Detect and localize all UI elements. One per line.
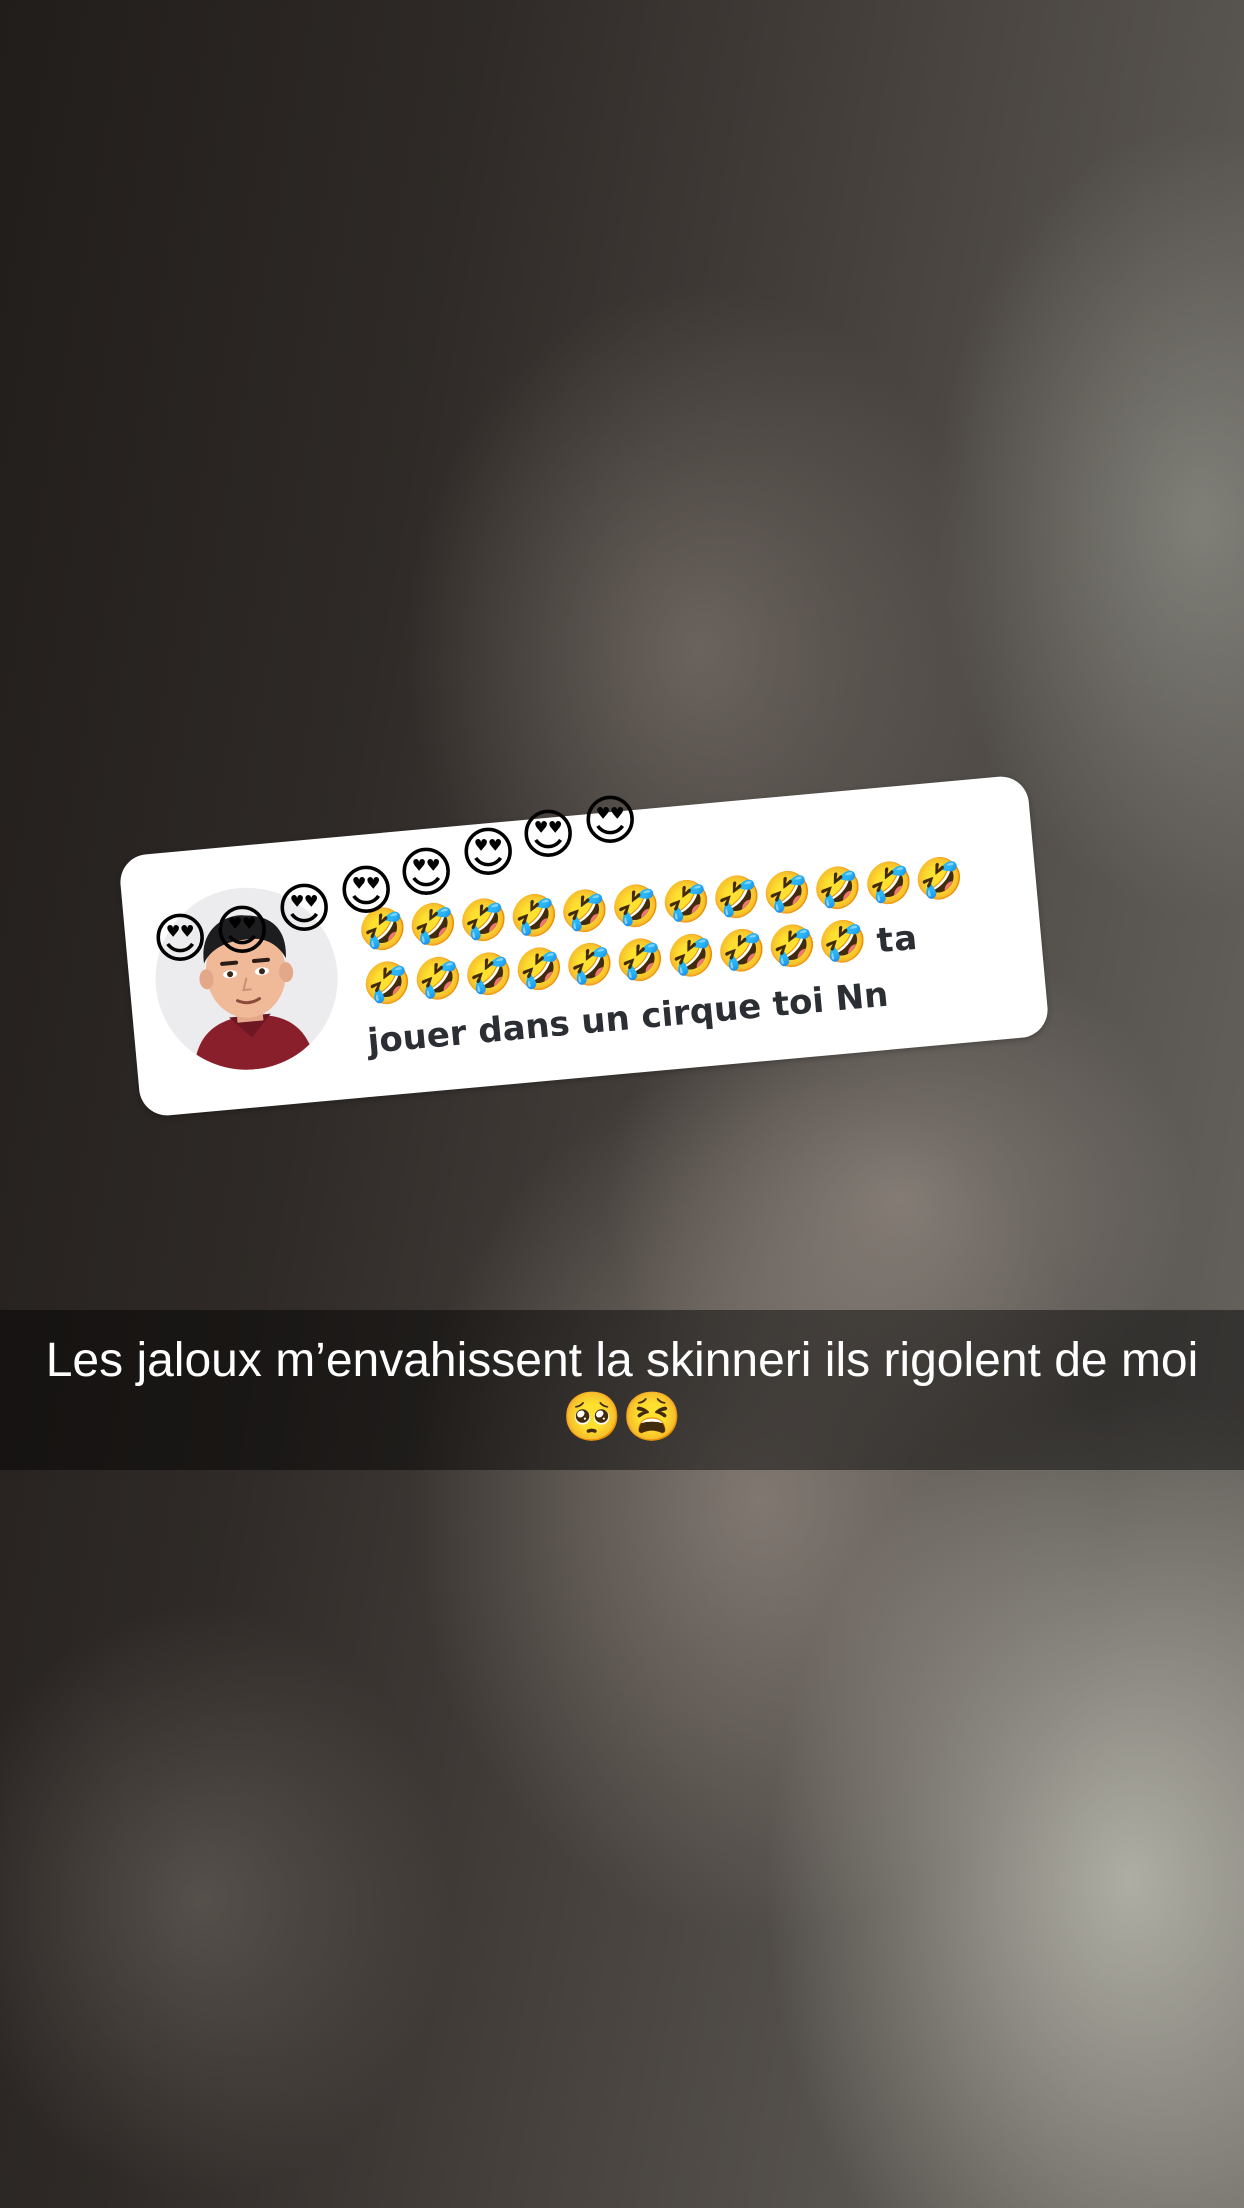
caption-bar[interactable]: Les jaloux m’envahissent la skinneri ils…	[0, 1310, 1244, 1470]
caption-text: Les jaloux m’envahissent la skinneri ils…	[45, 1334, 1199, 1444]
bitmoji-avatar	[147, 879, 346, 1078]
avatar-illustration	[194, 915, 316, 1075]
reply-message: 🤣🤣🤣🤣🤣🤣🤣🤣🤣🤣🤣🤣 🤣🤣🤣🤣🤣🤣🤣🤣🤣🤣 ta jouer dans un …	[355, 848, 1007, 1069]
message-word: ta	[875, 917, 920, 962]
